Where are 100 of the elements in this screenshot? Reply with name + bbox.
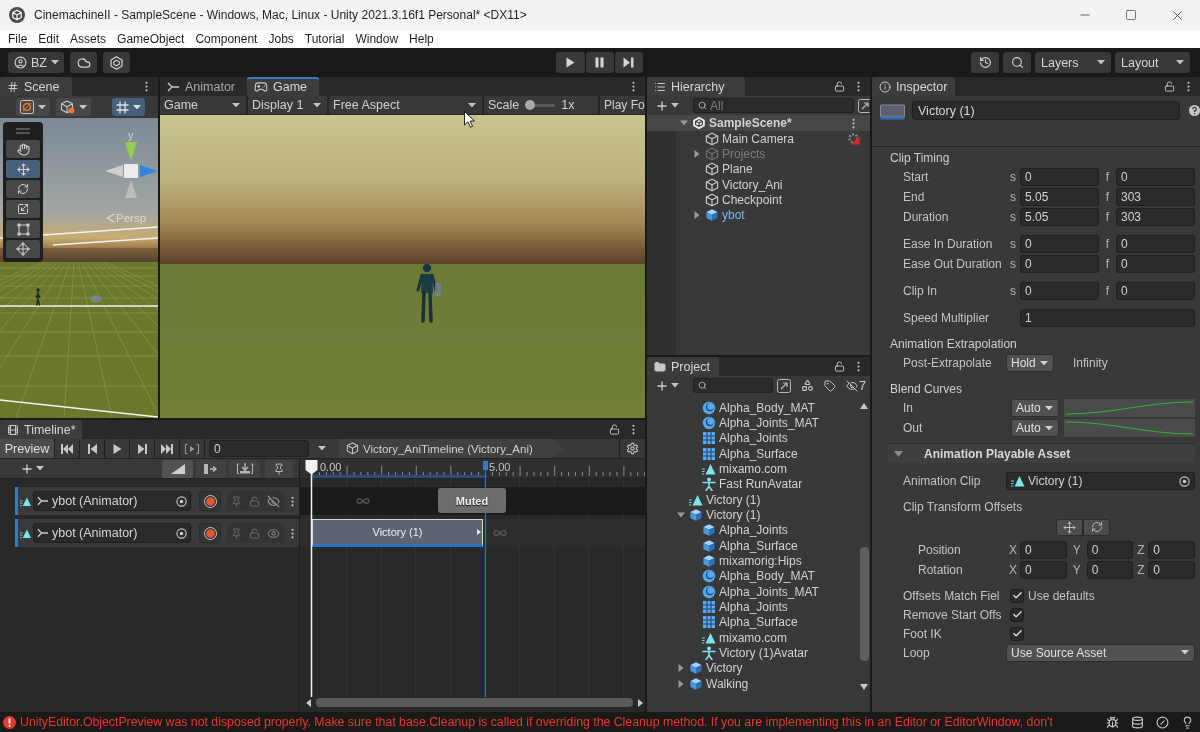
expand-arrow-icon[interactable] (679, 119, 688, 127)
eye-off-icon[interactable] (267, 494, 281, 508)
tab[interactable]: Project (647, 357, 719, 376)
dropdown[interactable]: Hold (1006, 354, 1054, 372)
menu-item[interactable]: Window (355, 32, 399, 46)
component-header[interactable]: Animation Playable Asset (888, 443, 1195, 463)
slider-track[interactable] (525, 100, 556, 110)
tool-button[interactable] (6, 220, 40, 238)
tree-item[interactable]: Alpha_Surface (647, 537, 858, 554)
square-arrow-icon[interactable] (858, 98, 870, 113)
breadcrumb-button[interactable]: Victory_AniTimeline (Victory_Ani) (338, 439, 564, 458)
number-field[interactable]: 303 (1116, 208, 1195, 226)
history-button[interactable] (971, 52, 999, 73)
number-field[interactable]: 5.05 (1020, 208, 1099, 226)
number-field[interactable]: 0 (1020, 235, 1099, 253)
tree-item[interactable]: Victory (1) (647, 507, 858, 523)
scroll-up-icon[interactable] (860, 403, 868, 409)
tool-button[interactable] (6, 200, 40, 218)
number-field[interactable]: 0 (1116, 282, 1195, 300)
tool-button[interactable] (6, 140, 40, 158)
tree-item[interactable]: Alpha_Body_MAT (647, 400, 858, 416)
tree-item[interactable]: SampleScene* (647, 115, 870, 131)
rotate-offset-button[interactable] (1083, 518, 1110, 536)
record-button[interactable] (199, 523, 221, 543)
object-picker-icon[interactable] (176, 527, 187, 539)
number-field[interactable]: 0 (1148, 561, 1195, 579)
number-field[interactable]: 0 (1116, 235, 1195, 253)
help-icon[interactable] (1189, 105, 1200, 116)
dropdown[interactable]: Use Source Asset (1006, 643, 1195, 662)
tag-icon[interactable] (824, 379, 836, 392)
number-field[interactable]: 0 (1086, 561, 1134, 579)
layout-dropdown[interactable]: Layout (1115, 52, 1190, 73)
curve-field[interactable] (1064, 419, 1195, 437)
expand-arrow-icon[interactable] (692, 150, 701, 158)
lightbulb-icon[interactable] (1181, 715, 1194, 729)
bug-icon[interactable] (1106, 715, 1119, 729)
number-field[interactable]: 0 (1020, 168, 1099, 186)
playhead[interactable] (305, 459, 318, 697)
search-field[interactable]: All (693, 98, 854, 113)
tree-item[interactable]: Victory_Ani (647, 177, 870, 193)
checkbox[interactable] (1010, 626, 1024, 641)
expand-arrow-icon[interactable] (676, 679, 685, 688)
slider-thumb[interactable] (525, 100, 536, 110)
record-button[interactable] (199, 491, 221, 511)
menu-item[interactable]: Component (195, 32, 258, 46)
object-picker-icon[interactable] (1179, 475, 1190, 487)
expand-arrow-icon[interactable] (676, 510, 685, 519)
dropdown[interactable]: Auto (1011, 419, 1059, 437)
number-field[interactable]: 0 (1020, 561, 1067, 579)
tab[interactable]: Game (247, 77, 320, 96)
object-field[interactable]: ybot (Animator) (33, 491, 191, 511)
tab[interactable]: Scene (0, 77, 73, 96)
tree-item[interactable]: ybot (647, 207, 870, 223)
menu-item[interactable]: Tutorial (304, 32, 345, 46)
tree-item[interactable]: Victory (1)Avatar (647, 645, 858, 661)
tab[interactable]: Timeline* (0, 420, 82, 439)
square-arrow-icon[interactable] (777, 378, 791, 393)
number-field[interactable]: 0 (1116, 168, 1195, 186)
layers-dropdown[interactable]: Layers (1035, 52, 1111, 73)
scrollbar-thumb[interactable] (859, 547, 869, 661)
mode-button[interactable] (265, 459, 293, 478)
tree-item[interactable]: Alpha_Surface (647, 614, 858, 630)
dropdown[interactable]: Auto (1011, 399, 1059, 417)
number-field[interactable]: 303 (1116, 188, 1195, 206)
grid-snap-button[interactable] (112, 98, 145, 116)
cloud-button[interactable] (70, 52, 97, 73)
tree-item[interactable]: Plane (647, 161, 870, 177)
tree-item[interactable]: Main Camera (647, 131, 870, 147)
shading-button[interactable] (56, 98, 91, 116)
tab[interactable]: Inspector (872, 77, 956, 96)
tree-item[interactable]: Alpha_Joints (647, 522, 858, 538)
number-field[interactable]: 5.05 (1020, 188, 1099, 206)
play-button[interactable] (555, 52, 585, 73)
checkbox[interactable] (1010, 588, 1024, 603)
preview-button[interactable]: Preview (0, 439, 55, 458)
scroll-left-icon[interactable] (306, 698, 311, 707)
menu-item[interactable]: GameObject (117, 32, 185, 46)
scroll-down-icon[interactable] (860, 684, 868, 690)
expand-arrow-icon[interactable] (692, 211, 701, 220)
account-button[interactable]: BZ (8, 52, 64, 73)
tree-item[interactable]: Alpha_Joints (647, 430, 858, 446)
tree-item[interactable]: mixamo.com (647, 461, 858, 477)
number-field[interactable]: 0 (1020, 255, 1099, 273)
tree-item[interactable]: Victory (647, 660, 858, 676)
menu-item[interactable]: Assets (70, 32, 107, 46)
number-field[interactable]: 0 (1020, 541, 1067, 559)
gizmo-button[interactable] (16, 98, 50, 116)
tree-item[interactable]: Alpha_Body_MAT (647, 568, 858, 584)
number-field[interactable]: 0 (1148, 541, 1195, 559)
tool-button[interactable] (6, 240, 40, 258)
animation-clip[interactable]: Victory (1) (312, 519, 483, 547)
toggle-button[interactable]: Play Fo (600, 96, 645, 114)
number-field[interactable]: 0 (1086, 541, 1134, 559)
tree-item[interactable]: Fast RunAvatar (647, 476, 858, 492)
mode-button[interactable] (229, 459, 260, 478)
number-field[interactable]: 1 (1020, 309, 1195, 327)
mode-button[interactable] (162, 459, 193, 478)
tree-item[interactable]: Alpha_Joints (647, 599, 858, 615)
tab[interactable]: Animator (160, 77, 248, 96)
axis-gizmo-icon[interactable] (104, 142, 158, 198)
